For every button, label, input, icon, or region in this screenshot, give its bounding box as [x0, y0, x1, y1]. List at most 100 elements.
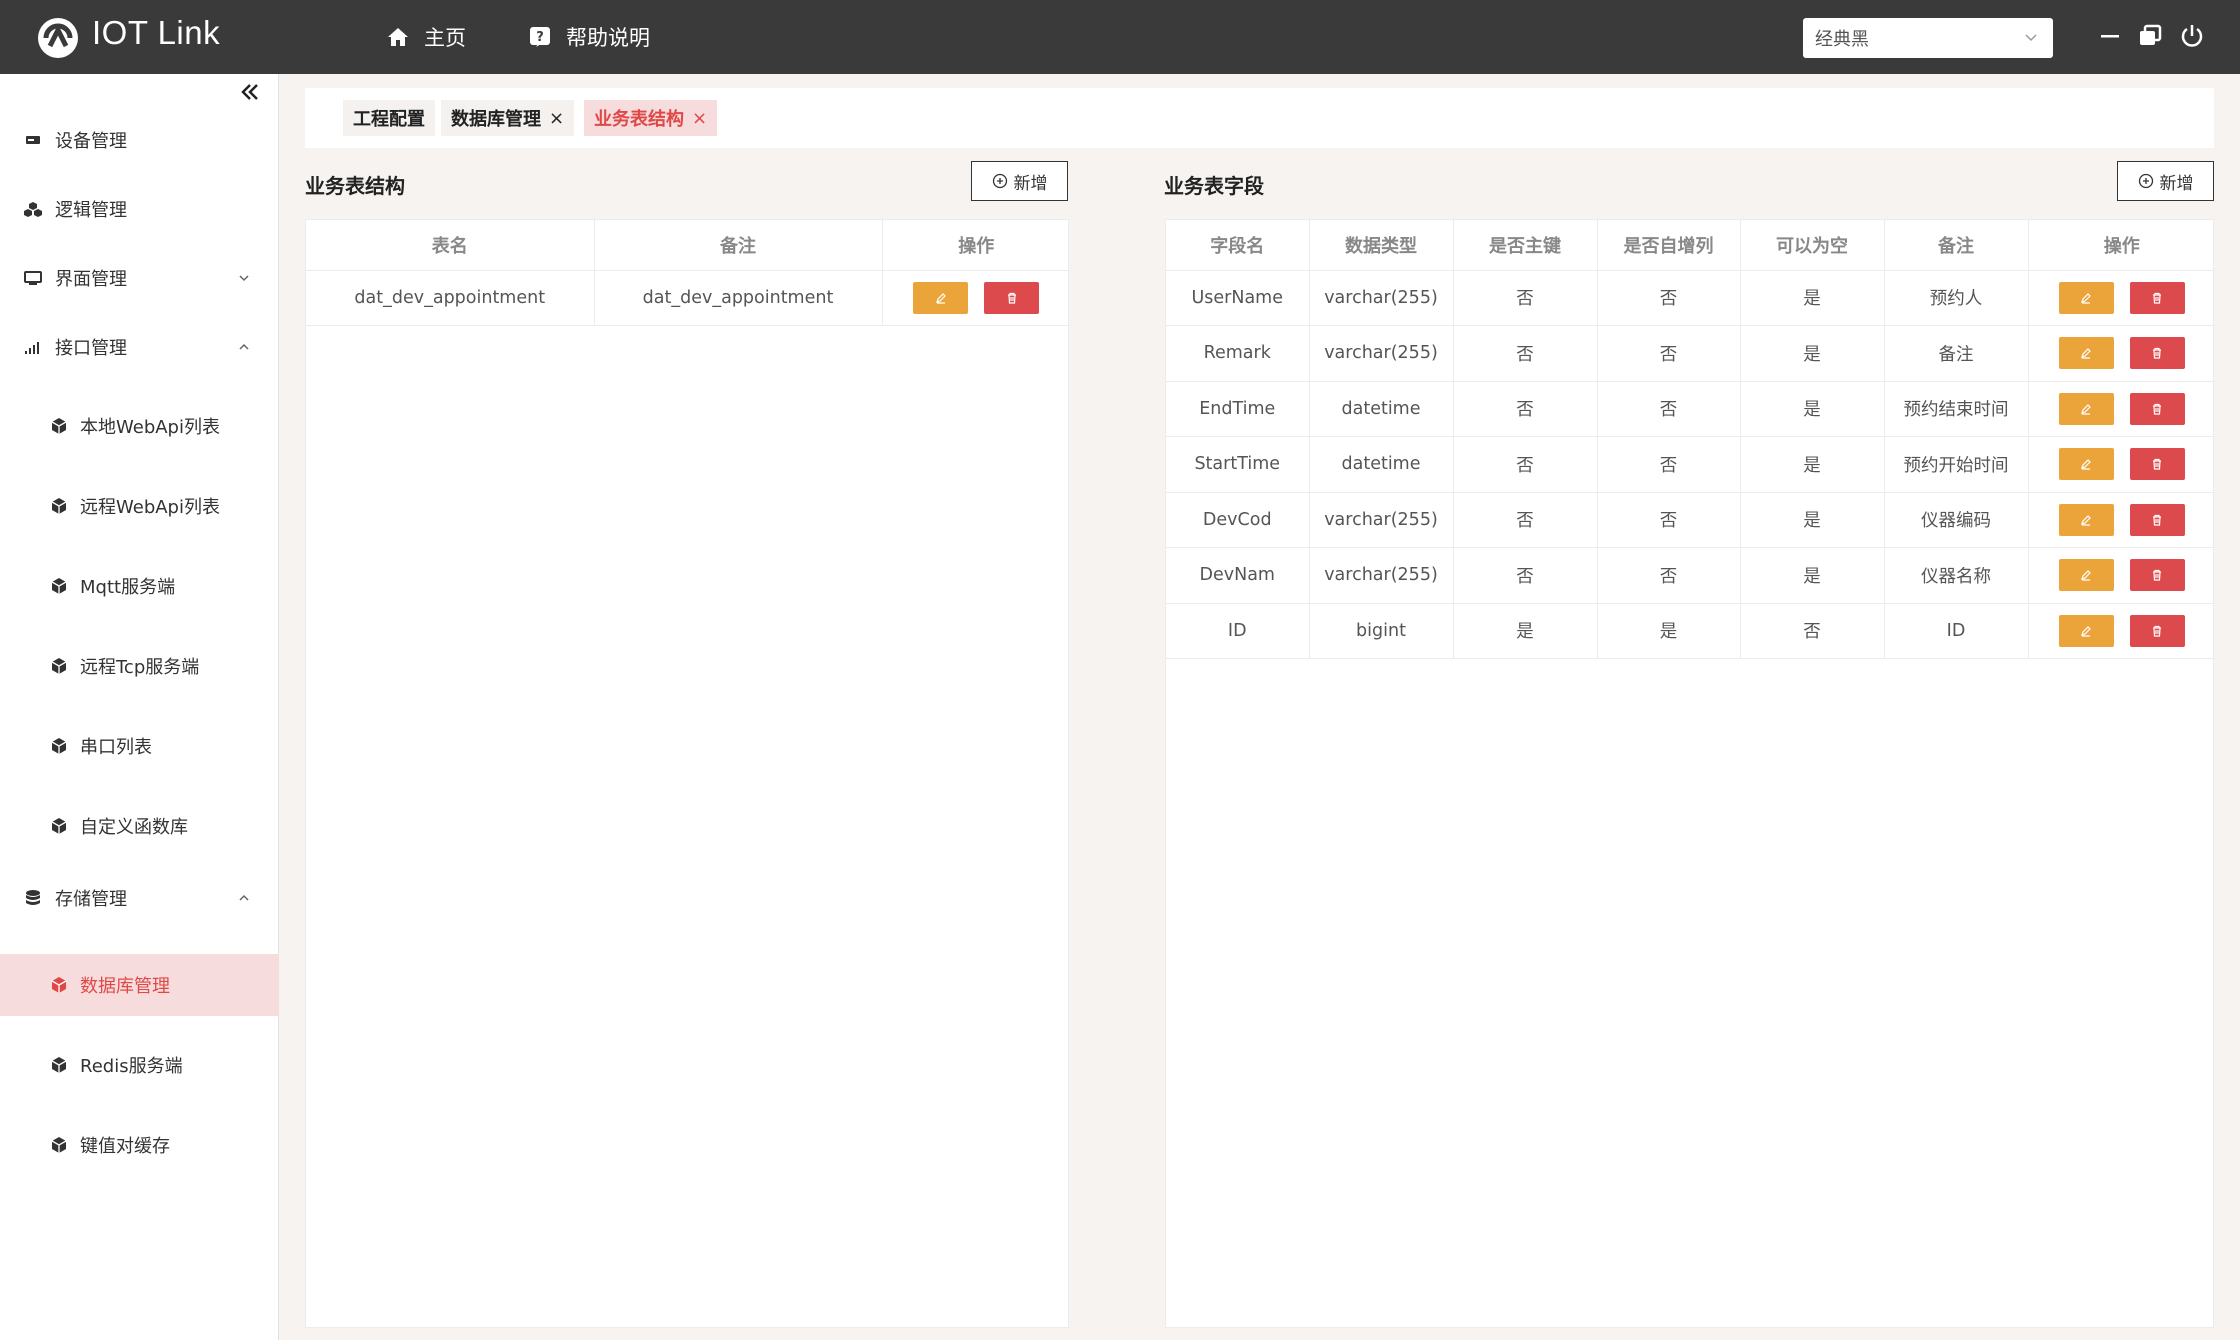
collapse-sidebar-icon[interactable] [238, 80, 262, 104]
close-icon[interactable]: × [692, 108, 707, 129]
plus-circle-icon [2138, 173, 2153, 189]
nullable-cell: 是 [1740, 270, 1885, 326]
auto-increment-cell: 否 [1597, 492, 1741, 548]
tab-label: 业务表结构 [594, 109, 684, 130]
remark-cell: 备注 [1884, 325, 2029, 382]
pencil-icon [2081, 570, 2092, 581]
field-name-cell: StartTime [1166, 436, 1310, 493]
table-row[interactable]: dat_dev_appointment dat_dev_appointment [306, 270, 1070, 326]
close-icon[interactable]: × [549, 108, 564, 129]
sidebar-item-interface[interactable]: 接口管理 [0, 316, 279, 378]
edit-button[interactable] [2058, 337, 2114, 370]
sidebar: 设备管理 逻辑管理 界面管理 接口管理 本地WebApi列表 远程WebApi列… [0, 74, 279, 1340]
svg-text:?: ? [536, 30, 544, 45]
sidebar-item-redis-server[interactable]: Redis服务端 [0, 1034, 279, 1096]
edit-button[interactable] [913, 281, 969, 314]
sidebar-item-ui[interactable]: 界面管理 [0, 247, 279, 309]
sidebar-item-custom-functions[interactable]: 自定义函数库 [0, 795, 279, 857]
minimize-icon[interactable] [2096, 22, 2124, 50]
sidebar-item-local-webapi[interactable]: 本地WebApi列表 [0, 395, 279, 457]
delete-button[interactable] [2129, 448, 2185, 481]
sidebar-item-label: Mqtt服务端 [80, 577, 176, 598]
primary-key-cell: 否 [1453, 492, 1598, 548]
field-name-cell: UserName [1166, 270, 1310, 326]
edit-button[interactable] [2058, 281, 2114, 314]
table-row[interactable]: ID bigint 是是否 ID [1166, 603, 2215, 659]
table-row[interactable]: DevNam varchar(255) 否否是仪器名称 [1166, 547, 2215, 604]
device-icon [26, 136, 40, 144]
nav-home-label: 主页 [424, 26, 466, 50]
delete-button[interactable] [2129, 337, 2185, 370]
left-panel-title: 业务表结构 [305, 174, 405, 198]
table-row[interactable]: Remark varchar(255) 否否是备注 [1166, 325, 2215, 382]
auto-increment-cell: 否 [1597, 547, 1741, 604]
logo-icon [38, 18, 78, 58]
sidebar-item-logic[interactable]: 逻辑管理 [0, 178, 279, 240]
tab-label: 数据库管理 [451, 109, 541, 130]
edit-button[interactable] [2058, 503, 2114, 536]
trash-icon [2153, 459, 2162, 470]
pencil-icon [935, 292, 946, 304]
table-name-cell: dat_dev_appointment [306, 270, 595, 326]
sidebar-item-remote-webapi[interactable]: 远程WebApi列表 [0, 475, 279, 537]
sidebar-item-label: Redis服务端 [80, 1056, 183, 1077]
sidebar-item-database-management[interactable]: 数据库管理 [0, 954, 279, 1016]
delete-button[interactable] [2129, 559, 2185, 592]
power-icon[interactable] [2178, 22, 2206, 50]
nullable-cell: 是 [1740, 492, 1885, 548]
edit-button[interactable] [2058, 614, 2114, 647]
pencil-icon [2081, 292, 2092, 304]
add-field-button[interactable]: 新增 [2117, 161, 2214, 201]
chevron-up-icon [239, 343, 249, 350]
edit-button[interactable] [2058, 392, 2114, 425]
cube-icon [51, 658, 67, 674]
help-icon: ? [530, 27, 550, 47]
nav-help[interactable]: ? 帮助说明 [528, 22, 650, 52]
theme-select[interactable]: 经典黑 [1803, 18, 2053, 58]
home-icon [388, 28, 408, 46]
sidebar-item-label: 数据库管理 [80, 976, 170, 997]
sidebar-item-label: 接口管理 [55, 338, 127, 359]
trash-icon [1007, 292, 1016, 304]
table-row[interactable]: EndTime datetime 否否是预约结束时间 [1166, 381, 2215, 437]
add-table-button[interactable]: 新增 [971, 161, 1068, 201]
delete-button[interactable] [2129, 392, 2185, 425]
sidebar-item-serial-list[interactable]: 串口列表 [0, 715, 279, 777]
sidebar-item-label: 本地WebApi列表 [80, 417, 220, 438]
table-header-row: 字段名 数据类型 是否主键 是否自增列 可以为空 备注 操作 [1166, 220, 2215, 271]
delete-button[interactable] [984, 281, 1040, 314]
cube-icon [51, 578, 67, 594]
field-name-cell: DevNam [1166, 547, 1310, 604]
table-row[interactable]: StartTime datetime 否否是预约开始时间 [1166, 436, 2215, 493]
tab-database-management[interactable]: 数据库管理 × [441, 100, 575, 136]
sidebar-item-kv-cache[interactable]: 键值对缓存 [0, 1114, 279, 1176]
nav-home[interactable]: 主页 [386, 22, 466, 52]
sidebar-item-label: 界面管理 [55, 269, 127, 290]
nullable-cell: 否 [1740, 603, 1885, 659]
edit-button[interactable] [2058, 559, 2114, 592]
delete-button[interactable] [2129, 614, 2185, 647]
auto-increment-cell: 否 [1597, 436, 1741, 493]
remark-cell: 预约结束时间 [1884, 381, 2029, 437]
cube-icon [51, 977, 67, 993]
nullable-cell: 是 [1740, 381, 1885, 437]
tab-business-table-structure[interactable]: 业务表结构 × [584, 100, 718, 136]
column-header: 是否主键 [1453, 220, 1598, 271]
sidebar-item-device[interactable]: 设备管理 [0, 109, 279, 171]
restore-icon[interactable] [2136, 22, 2164, 50]
edit-button[interactable] [2058, 448, 2114, 481]
tab-project-config[interactable]: 工程配置 [343, 100, 435, 136]
chevron-down-icon [2025, 34, 2037, 42]
table-row[interactable]: UserName varchar(255) 否否是预约人 [1166, 270, 2215, 326]
remark-cell: ID [1884, 603, 2029, 659]
pencil-icon [2081, 625, 2092, 637]
sidebar-item-remote-tcp[interactable]: 远程Tcp服务端 [0, 635, 279, 697]
delete-button[interactable] [2129, 281, 2185, 314]
sidebar-item-storage[interactable]: 存储管理 [0, 867, 279, 929]
delete-button[interactable] [2129, 503, 2185, 536]
sidebar-item-mqtt-server[interactable]: Mqtt服务端 [0, 555, 279, 617]
sidebar-item-label: 远程Tcp服务端 [80, 657, 200, 678]
trash-icon [2153, 514, 2162, 526]
column-header: 备注 [594, 220, 883, 271]
table-row[interactable]: DevCod varchar(255) 否否是仪器编码 [1166, 492, 2215, 548]
